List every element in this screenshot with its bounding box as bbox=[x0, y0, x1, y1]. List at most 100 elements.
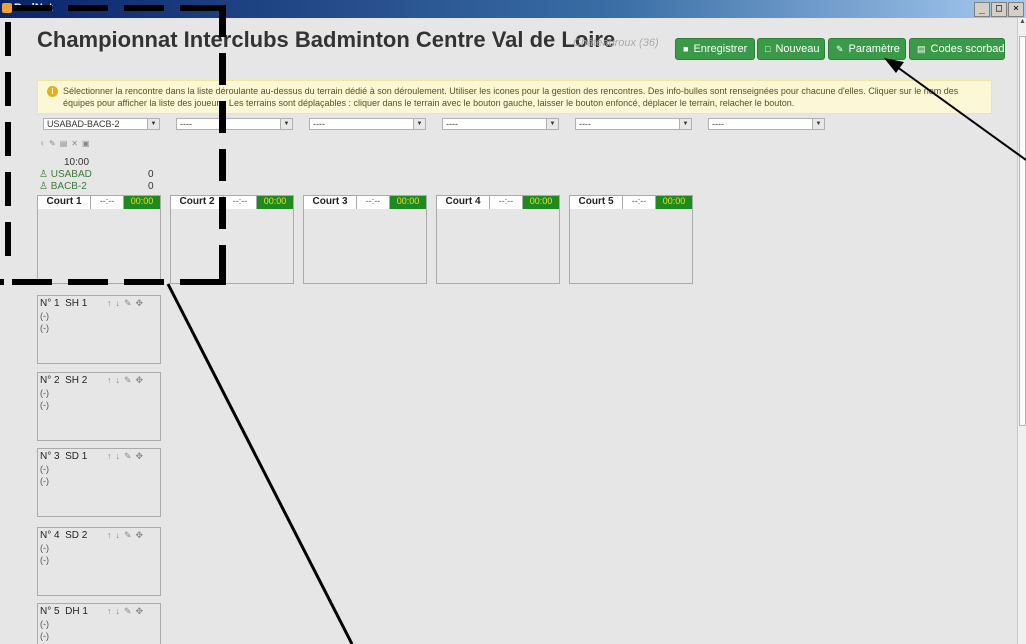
encounter-select-1[interactable]: USABAD-BACB-2 ▼ bbox=[43, 118, 160, 130]
match-actions-icon[interactable]: ↑↓✎✥ bbox=[107, 298, 147, 309]
player-1: (-) bbox=[40, 619, 49, 629]
match-card[interactable]: N° 5 DH 1 ↑↓✎✥ (-) (-) bbox=[37, 603, 161, 644]
encounter-time: 10:00 bbox=[64, 157, 90, 168]
court-header: Court 4 --:-- 00:00 bbox=[437, 196, 559, 209]
team-score: 0 bbox=[148, 169, 154, 180]
shuffle-icon[interactable]: ✕ bbox=[71, 139, 78, 148]
court-score: --:-- bbox=[357, 196, 390, 209]
encounter-select-6[interactable]: ---- ▼ bbox=[708, 118, 825, 130]
team-icon: ♙ bbox=[39, 181, 48, 192]
court-score: --:-- bbox=[91, 196, 124, 209]
encounter-select-5[interactable]: ---- ▼ bbox=[575, 118, 692, 130]
match-actions-icon[interactable]: ↑↓✎✥ bbox=[107, 375, 147, 386]
annotation-dash bbox=[68, 5, 108, 11]
match-card[interactable]: N° 4 SD 2 ↑↓✎✥ (-) (-) bbox=[37, 527, 161, 596]
print-icon[interactable]: ▤ bbox=[60, 139, 68, 148]
encounter-select-3[interactable]: ---- ▼ bbox=[309, 118, 426, 130]
select-value: ---- bbox=[180, 119, 192, 129]
wrench-icon: ✎ bbox=[836, 43, 844, 54]
annotation-dash bbox=[12, 279, 52, 285]
court-timer: 00:00 bbox=[124, 196, 160, 209]
court-header: Court 2 --:-- 00:00 bbox=[171, 196, 293, 209]
chevron-down-icon: ▼ bbox=[679, 119, 691, 129]
annotation-dash bbox=[5, 72, 11, 106]
codes-scorbad-button[interactable]: ▤ Codes scorbad bbox=[909, 38, 1005, 60]
match-header: N° 3 SD 1 bbox=[40, 451, 87, 462]
court-card[interactable]: Court 1 --:-- 00:00 bbox=[37, 195, 161, 284]
court-score: --:-- bbox=[224, 196, 257, 209]
info-icon: i bbox=[47, 86, 58, 97]
match-actions-icon[interactable]: ↑↓✎✥ bbox=[107, 606, 147, 617]
parametre-button[interactable]: ✎ Paramètre bbox=[828, 38, 906, 60]
court-timer: 00:00 bbox=[390, 196, 426, 209]
court-header: Court 1 --:-- 00:00 bbox=[38, 196, 160, 209]
enregistrer-button[interactable]: ■ Enregistrer bbox=[675, 38, 755, 60]
info-alert: i Sélectionner la rencontre dans la list… bbox=[37, 80, 992, 114]
court-header: Court 5 --:-- 00:00 bbox=[570, 196, 692, 209]
match-card[interactable]: N° 3 SD 1 ↑↓✎✥ (-) (-) bbox=[37, 448, 161, 517]
nouveau-button[interactable]: □ Nouveau bbox=[757, 38, 825, 60]
annotation-dash bbox=[219, 53, 226, 85]
page-subtitle: Châteauroux (36) bbox=[573, 37, 659, 49]
match-number: N° 2 bbox=[40, 375, 60, 386]
court-score: --:-- bbox=[623, 196, 656, 209]
match-type: SD 2 bbox=[65, 530, 88, 541]
match-type: SH 1 bbox=[65, 298, 88, 309]
team-name[interactable]: BACB-2 bbox=[51, 181, 87, 192]
annotation-dash bbox=[219, 197, 226, 229]
window-controls: _ □ × bbox=[974, 2, 1024, 17]
match-actions-icon[interactable]: ↑↓✎✥ bbox=[107, 451, 147, 462]
lightbulb-icon[interactable]: ♀ bbox=[39, 139, 45, 148]
edit-icon[interactable]: ✎ bbox=[49, 139, 56, 148]
court-timer: 00:00 bbox=[523, 196, 559, 209]
annotation-dash bbox=[5, 172, 11, 206]
annotation-dash bbox=[68, 279, 108, 285]
court-card[interactable]: Court 2 --:-- 00:00 bbox=[170, 195, 294, 284]
match-type: SD 1 bbox=[65, 451, 88, 462]
select-value: ---- bbox=[446, 119, 458, 129]
match-card[interactable]: N° 2 SH 2 ↑↓✎✥ (-) (-) bbox=[37, 372, 161, 441]
court-name: Court 5 bbox=[570, 196, 623, 209]
maximize-button[interactable]: □ bbox=[991, 2, 1007, 17]
match-card[interactable]: N° 1 SH 1 ↑↓✎✥ (-) (-) bbox=[37, 295, 161, 364]
court-name: Court 3 bbox=[304, 196, 357, 209]
match-number: N° 3 bbox=[40, 451, 60, 462]
team-score: 0 bbox=[148, 181, 154, 192]
image-icon[interactable]: ▣ bbox=[82, 139, 90, 148]
player-2: (-) bbox=[40, 631, 49, 641]
chevron-down-icon: ▼ bbox=[280, 119, 292, 129]
court-card[interactable]: Court 5 --:-- 00:00 bbox=[569, 195, 693, 284]
match-actions-icon[interactable]: ↑↓✎✥ bbox=[107, 530, 147, 541]
scroll-up-icon[interactable]: ▲ bbox=[1018, 18, 1026, 28]
annotation-dash bbox=[5, 222, 11, 256]
player-1: (-) bbox=[40, 543, 49, 553]
encounter-select-4[interactable]: ---- ▼ bbox=[442, 118, 559, 130]
player-2: (-) bbox=[40, 400, 49, 410]
match-number: N° 5 bbox=[40, 606, 60, 617]
annotation-dash bbox=[124, 5, 164, 11]
player-1: (-) bbox=[40, 311, 49, 321]
chevron-down-icon: ▼ bbox=[812, 119, 824, 129]
court-header: Court 3 --:-- 00:00 bbox=[304, 196, 426, 209]
annotation-dash bbox=[219, 5, 226, 37]
vertical-scrollbar[interactable]: ▲ bbox=[1017, 18, 1026, 644]
court-name: Court 1 bbox=[38, 196, 91, 209]
match-header: N° 5 DH 1 bbox=[40, 606, 88, 617]
close-button[interactable]: × bbox=[1008, 2, 1024, 17]
annotation-dash bbox=[180, 279, 226, 285]
match-header: N° 2 SH 2 bbox=[40, 375, 87, 386]
court-timer: 00:00 bbox=[257, 196, 293, 209]
match-number: N° 4 bbox=[40, 530, 60, 541]
encounter-select-2[interactable]: ---- ▼ bbox=[176, 118, 293, 130]
nouveau-label: Nouveau bbox=[775, 43, 820, 55]
encounter-tools: ♀ ✎ ▤ ✕ ▣ bbox=[39, 139, 90, 148]
annotation-dash bbox=[124, 279, 164, 285]
select-value: ---- bbox=[313, 119, 325, 129]
select-value: USABAD-BACB-2 bbox=[47, 119, 120, 129]
minimize-button[interactable]: _ bbox=[974, 2, 990, 17]
match-number: N° 1 bbox=[40, 298, 60, 309]
scrollbar-thumb[interactable] bbox=[1019, 36, 1026, 426]
court-card[interactable]: Court 4 --:-- 00:00 bbox=[436, 195, 560, 284]
team-name[interactable]: USABAD bbox=[51, 169, 92, 180]
court-card[interactable]: Court 3 --:-- 00:00 bbox=[303, 195, 427, 284]
